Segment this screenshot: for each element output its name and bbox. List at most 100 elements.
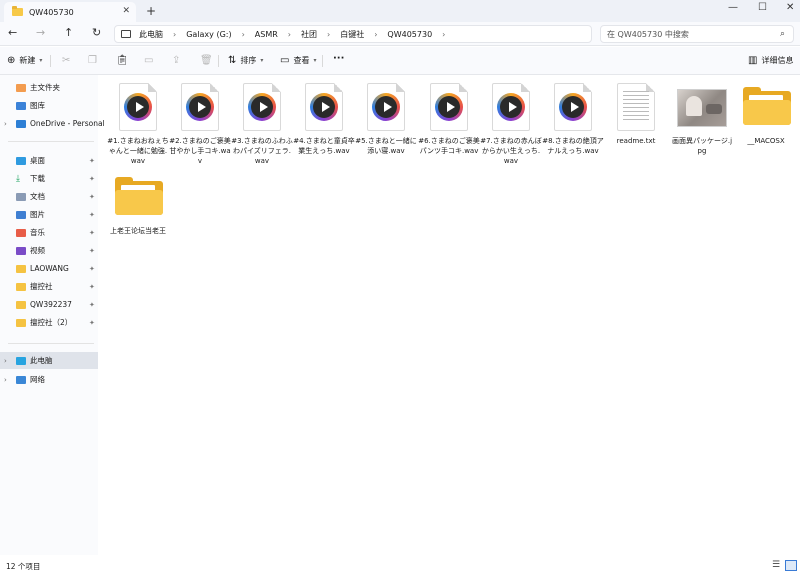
file-item[interactable]: #2.さまねのご褒美甘やかし手コキ.wav xyxy=(169,83,231,166)
folder-icon xyxy=(743,87,791,125)
sidebar-item-folder-2[interactable]: 擅控社（2） ✦ xyxy=(0,314,98,331)
delete-button[interactable]: 🗑︎ xyxy=(200,55,217,66)
sidebar-item-documents[interactable]: 文档 ✦ xyxy=(0,188,98,205)
file-item[interactable]: #1.さまねおねぇちゃんと一緒に勉強.wav xyxy=(107,83,169,166)
pin-icon[interactable]: ✦ xyxy=(89,265,95,273)
chevron-right-icon: › xyxy=(287,29,291,39)
paste-button[interactable]: 📋︎ xyxy=(116,55,133,66)
chevron-right-icon[interactable]: › xyxy=(4,376,7,384)
sidebar-item-label: 主文件夹 xyxy=(30,83,60,92)
sort-icon: ⇅ xyxy=(228,55,237,66)
tab-close-icon[interactable]: ✕ xyxy=(122,6,130,16)
file-item[interactable]: #3.さまねのふわふわパイズリフェラ.wav xyxy=(231,83,293,166)
sidebar-item-label: LAOWANG xyxy=(30,264,69,273)
item-count: 12 个项目 xyxy=(6,562,41,571)
chevron-right-icon[interactable]: › xyxy=(4,120,7,128)
pin-icon[interactable]: ✦ xyxy=(89,193,95,201)
file-item[interactable]: readme.txt xyxy=(606,83,666,146)
more-options-button[interactable]: ··· xyxy=(333,53,344,64)
new-tab-button[interactable]: + xyxy=(146,4,156,18)
folder-name: __MACOSX xyxy=(747,137,785,145)
address-bar[interactable]: 此电脑 › Galaxy (G:) › ASMR › 社团 › 白键社 › QW40573… xyxy=(114,25,592,43)
new-button[interactable]: ⊕ 新建 ▾ xyxy=(7,55,42,66)
pin-icon[interactable]: ✦ xyxy=(89,175,95,183)
pin-icon[interactable]: ✦ xyxy=(89,301,95,309)
folder-item[interactable]: 上老王论坛当老王 xyxy=(108,173,168,236)
sidebar-item-desktop[interactable]: 桌面 ✦ xyxy=(0,152,98,169)
sidebar-item-home[interactable]: 主文件夹 xyxy=(0,79,98,96)
pictures-icon xyxy=(16,210,26,219)
sidebar-item-folder[interactable]: 擅控社 ✦ xyxy=(0,278,98,295)
cut-button[interactable]: ✂ xyxy=(62,55,74,66)
pin-icon[interactable]: ✦ xyxy=(89,247,95,255)
breadcrumb-item[interactable]: 此电脑 xyxy=(139,29,163,40)
tab-qw405730[interactable]: QW405730 ✕ xyxy=(4,2,136,22)
sidebar-item-onedrive[interactable]: › OneDrive - Personal xyxy=(0,115,105,132)
media-play-icon xyxy=(310,93,338,121)
back-button[interactable]: ← xyxy=(8,26,17,39)
file-name: readme.txt xyxy=(616,137,656,145)
file-item[interactable]: #4.さまねと童貞卒業生えっち.wav xyxy=(293,83,355,156)
sidebar-item-music[interactable]: 音乐 ✦ xyxy=(0,224,98,241)
chevron-right-icon[interactable]: › xyxy=(4,357,7,365)
sidebar-item-videos[interactable]: 视频 ✦ xyxy=(0,242,98,259)
search-input[interactable]: 在 QW405730 中搜索 ⌕ xyxy=(600,25,794,43)
details-view-icon[interactable]: ☰ xyxy=(772,560,780,570)
video-icon xyxy=(16,246,26,255)
navigation-pane: 主文件夹 图库 › OneDrive - Personal 桌面 ✦ ⤓ 下载 … xyxy=(0,75,105,555)
sidebar-item-this-pc[interactable]: › 此电脑 xyxy=(0,352,98,369)
sidebar-item-downloads[interactable]: ⤓ 下载 ✦ xyxy=(0,170,98,187)
sidebar-item-label: 图片 xyxy=(30,210,45,219)
close-window-button[interactable]: ✕ xyxy=(786,2,794,13)
sidebar-item-gallery[interactable]: 图库 xyxy=(0,97,98,114)
media-play-icon xyxy=(435,93,463,121)
forward-button[interactable]: → xyxy=(36,26,45,39)
file-item[interactable]: #6.さまねのご褒美パンツ手コキ.wav xyxy=(418,83,480,156)
details-pane-icon: ▥ xyxy=(748,55,758,66)
large-icons-view-icon[interactable] xyxy=(785,560,797,571)
view-button[interactable]: ▭ 查看 ▾ xyxy=(280,55,316,66)
breadcrumb: 此电脑 › Galaxy (G:) › ASMR › 社团 › 白键社 › QW40573… xyxy=(139,29,455,40)
breadcrumb-item[interactable]: Galaxy (G:) xyxy=(186,30,231,39)
file-item[interactable]: #8.さまねの絶頂アナルえっち.wav xyxy=(542,83,604,156)
chevron-right-icon: › xyxy=(173,29,177,39)
sort-button[interactable]: ⇅ 排序 ▾ xyxy=(228,55,263,66)
file-name: #2.さまねのご褒美甘やかし手コキ.wav xyxy=(169,137,231,165)
view-label: 查看 xyxy=(293,56,310,65)
sort-label: 排序 xyxy=(240,56,257,65)
breadcrumb-item[interactable]: ASMR xyxy=(255,30,278,39)
minimize-button[interactable]: — xyxy=(728,2,738,13)
pin-icon[interactable]: ✦ xyxy=(89,229,95,237)
copy-button[interactable]: ❐ xyxy=(88,55,101,66)
pin-icon[interactable]: ✦ xyxy=(89,319,95,327)
pin-icon[interactable]: ✦ xyxy=(89,157,95,165)
file-name: #7.さまねの赤んぼからかい生えっち.wav xyxy=(480,137,542,165)
refresh-button[interactable]: ↻ xyxy=(92,26,101,39)
file-name: #3.さまねのふわふわパイズリフェラ.wav xyxy=(231,137,293,165)
chevron-down-icon: ▾ xyxy=(260,57,264,64)
breadcrumb-item[interactable]: QW405730 xyxy=(387,30,432,39)
breadcrumb-item[interactable]: 社团 xyxy=(301,29,317,40)
rename-button[interactable]: ▭ xyxy=(144,55,157,66)
file-item[interactable]: #7.さまねの赤んぼからかい生えっち.wav xyxy=(480,83,542,166)
media-play-icon xyxy=(248,93,276,121)
download-icon: ⤓ xyxy=(16,173,20,184)
home-icon xyxy=(16,83,26,92)
title-bar: QW405730 ✕ + — ☐ ✕ xyxy=(0,0,800,22)
maximize-button[interactable]: ☐ xyxy=(758,2,767,13)
file-name: #4.さまねと童貞卒業生えっち.wav xyxy=(293,137,355,155)
share-button[interactable]: ⇪ xyxy=(172,55,184,66)
folder-item[interactable]: __MACOSX xyxy=(736,83,796,146)
pin-icon[interactable]: ✦ xyxy=(89,211,95,219)
sidebar-item-pictures[interactable]: 图片 ✦ xyxy=(0,206,98,223)
sidebar-item-qw392237[interactable]: QW392237 ✦ xyxy=(0,296,98,313)
file-name: #1.さまねおねぇちゃんと一緒に勉強.wav xyxy=(107,137,169,165)
sidebar-item-laowang[interactable]: LAOWANG ✦ xyxy=(0,260,98,277)
breadcrumb-item[interactable]: 白键社 xyxy=(340,29,364,40)
file-item[interactable]: 画面異パッケージ.jpg xyxy=(672,83,732,156)
up-button[interactable]: ↑ xyxy=(64,26,73,39)
file-item[interactable]: #5.さまねと一緒に添い寝.wav xyxy=(355,83,417,156)
sidebar-item-network[interactable]: › 网络 xyxy=(0,371,98,388)
details-button[interactable]: ▥ 详细信息 xyxy=(748,55,793,66)
pin-icon[interactable]: ✦ xyxy=(89,283,95,291)
